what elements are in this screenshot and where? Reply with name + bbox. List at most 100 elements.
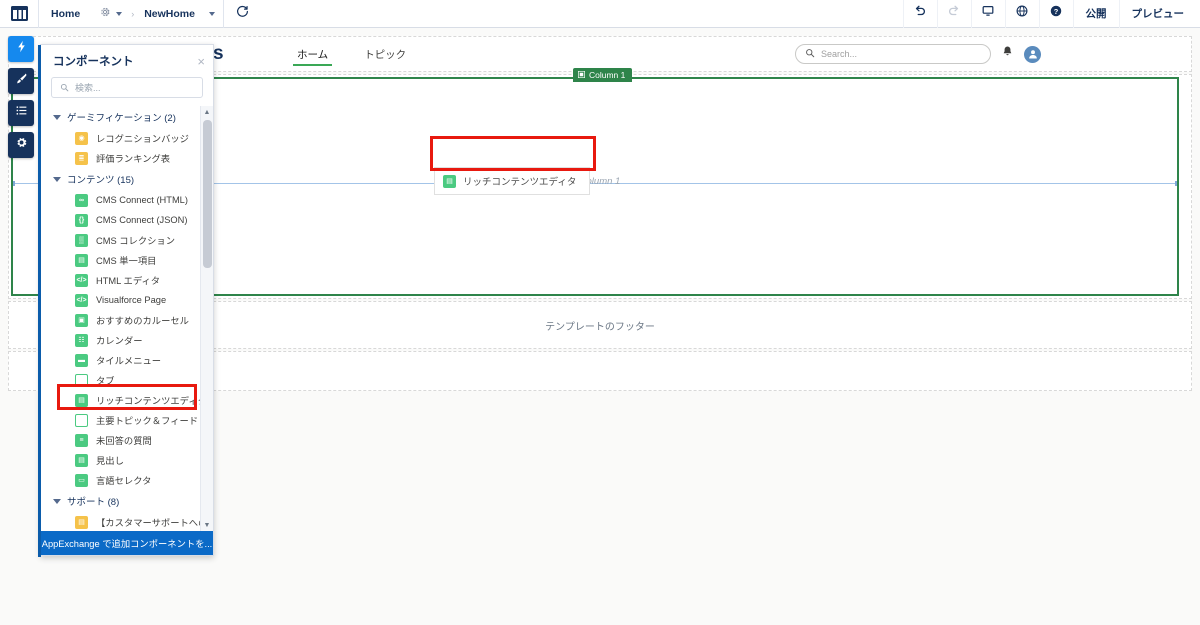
component-list-item[interactable]: ≡ 未回答の質問 xyxy=(41,430,200,450)
component-list-item-label: 見出し xyxy=(96,456,124,466)
rail-button-page-structure[interactable] xyxy=(8,100,34,126)
globe-icon xyxy=(1015,4,1029,23)
publish-label: 公開 xyxy=(1085,8,1107,20)
page-selector[interactable]: NewHome xyxy=(136,0,223,28)
help-button[interactable]: ? xyxy=(1038,0,1073,28)
component-group-header[interactable]: サポート (8) xyxy=(41,490,200,512)
topbar-actions: ? 公開 プレビュー xyxy=(902,0,1200,28)
component-type-icon: ∞ xyxy=(75,193,88,207)
rail-button-settings[interactable] xyxy=(8,132,34,158)
dragged-component-ghost[interactable]: ▤ リッチコンテンツエディタ xyxy=(434,167,590,195)
component-list-item[interactable]: ≣ 評価ランキング表 xyxy=(41,148,200,168)
refresh-button[interactable] xyxy=(224,0,261,28)
component-type-icon: ◉ xyxy=(75,131,88,145)
site-settings-caret-icon[interactable] xyxy=(116,11,123,16)
rail-button-components[interactable] xyxy=(8,36,34,62)
component-list-item[interactable]: ∞ CMS Connect (HTML) xyxy=(41,190,200,210)
scroll-down-icon[interactable]: ▼ xyxy=(201,519,213,531)
site-nav-tab-home[interactable]: ホーム xyxy=(279,37,346,71)
user-avatar-icon[interactable] xyxy=(1024,45,1041,63)
svg-text:?: ? xyxy=(1054,7,1059,16)
component-list-item[interactable]: ▭ 言語セレクタ xyxy=(41,470,200,490)
components-search-input[interactable]: 検索... xyxy=(51,77,203,98)
page-selector-caret-icon[interactable] xyxy=(208,11,215,16)
builder-tool-rail xyxy=(8,36,34,158)
component-list-item[interactable]: 主要トピック＆フィード xyxy=(41,410,200,430)
component-list-item[interactable]: ▒ CMS コレクション xyxy=(41,230,200,250)
component-list-item-label: HTML エディタ xyxy=(96,276,161,286)
column-region-tab[interactable]: Column 1 xyxy=(573,68,633,82)
builder-logo-icon[interactable] xyxy=(0,0,38,28)
undo-icon xyxy=(913,4,927,23)
components-panel-header: コンポーネント × xyxy=(41,45,213,77)
site-settings-menu[interactable] xyxy=(92,0,129,28)
appexchange-link[interactable]: AppExchange で追加コンポーネントを... xyxy=(41,531,213,555)
component-type-icon: ≡ xyxy=(75,433,88,447)
component-type-icon: ▤ xyxy=(75,393,88,407)
search-icon xyxy=(60,79,69,97)
component-type-icon: ☷ xyxy=(75,333,88,347)
component-type-icon: ▤ xyxy=(75,453,88,467)
component-list-item[interactable]: ▤ 見出し xyxy=(41,450,200,470)
component-group-label: サポート (8) xyxy=(67,497,120,508)
site-nav-tab-topics[interactable]: トピック xyxy=(346,37,424,71)
component-type-icon: ▤ xyxy=(75,253,88,267)
component-list-item-label: 言語セレクタ xyxy=(96,476,152,486)
component-type-icon: ▣ xyxy=(75,313,88,327)
component-group-header[interactable]: ゲーミフィケーション (2) xyxy=(41,106,200,128)
site-search-input[interactable]: Search... xyxy=(795,44,991,64)
components-panel-title: コンポーネント xyxy=(53,56,134,68)
component-list-item[interactable]: ▤ 【カスタマーサポートへの連... xyxy=(41,512,200,531)
language-button[interactable] xyxy=(1004,0,1039,28)
site-nav-tab-home-label: ホーム xyxy=(297,48,329,61)
components-search-wrap: 検索... xyxy=(41,77,213,106)
bell-icon[interactable] xyxy=(1001,45,1014,63)
components-list-scrollbar[interactable]: ▲ ▼ xyxy=(200,106,213,531)
component-list-item-label: 主要トピック＆フィード xyxy=(96,416,199,426)
component-list-item[interactable]: ☷ カレンダー xyxy=(41,330,200,350)
component-list-item[interactable]: {} CMS Connect (JSON) xyxy=(41,210,200,230)
chevron-down-icon xyxy=(53,176,61,182)
rail-button-theme[interactable] xyxy=(8,68,34,94)
chevron-down-icon xyxy=(53,498,61,504)
component-list-item-label: CMS Connect (HTML) xyxy=(96,195,188,205)
component-group-label: コンテンツ (15) xyxy=(67,175,135,186)
component-type-icon: ▭ xyxy=(75,473,88,487)
undo-button[interactable] xyxy=(902,0,937,28)
component-type-icon: ≣ xyxy=(75,151,88,165)
component-list-item[interactable]: ▤ リッチコンテンツエディタ xyxy=(41,390,200,410)
component-group-header[interactable]: コンテンツ (15) xyxy=(41,168,200,190)
redo-button[interactable] xyxy=(936,0,971,28)
component-type-icon xyxy=(75,413,88,427)
search-icon xyxy=(805,45,815,63)
column-layout-icon xyxy=(577,70,586,80)
site-nav-tabs: ホーム トピック xyxy=(279,37,424,71)
component-list-item[interactable]: </> HTML エディタ xyxy=(41,270,200,290)
close-icon[interactable]: × xyxy=(197,55,205,68)
site-nav-tab-topics-label: トピック xyxy=(364,48,407,61)
component-list-item[interactable]: ▬ タイルメニュー xyxy=(41,350,200,370)
component-type-icon: {} xyxy=(75,213,88,227)
component-list-item-label: レコグニションバッジ xyxy=(96,134,189,144)
component-type-icon: ▤ xyxy=(75,515,88,529)
publish-button[interactable]: 公開 xyxy=(1072,0,1119,28)
components-list[interactable]: ゲーミフィケーション (2) ◉ レコグニションバッジ ≣ 評価ランキング表コンテンツ … xyxy=(41,106,213,531)
appexchange-link-label: AppExchange で追加コンポーネントを... xyxy=(41,539,213,549)
list-icon xyxy=(15,104,28,122)
home-breadcrumb[interactable]: Home xyxy=(39,0,92,28)
device-preview-button[interactable] xyxy=(970,0,1005,28)
component-list-item[interactable]: タブ xyxy=(41,370,200,390)
component-list-item-label: 評価ランキング表 xyxy=(96,154,171,164)
component-list-item-label: CMS コレクション xyxy=(96,236,176,246)
preview-button[interactable]: プレビュー xyxy=(1118,0,1200,28)
scroll-up-icon[interactable]: ▲ xyxy=(201,106,213,118)
scrollbar-thumb[interactable] xyxy=(203,120,212,268)
desktop-icon xyxy=(981,4,995,23)
gear-icon xyxy=(15,136,28,154)
component-list-item-label: カレンダー xyxy=(96,336,143,346)
component-list-item[interactable]: ▣ おすすめのカルーセル xyxy=(41,310,200,330)
component-list-item[interactable]: ◉ レコグニションバッジ xyxy=(41,128,200,148)
component-list-item[interactable]: ▤ CMS 単一項目 xyxy=(41,250,200,270)
component-list-item[interactable]: </> Visualforce Page xyxy=(41,290,200,310)
component-type-icon: ▬ xyxy=(75,353,88,367)
